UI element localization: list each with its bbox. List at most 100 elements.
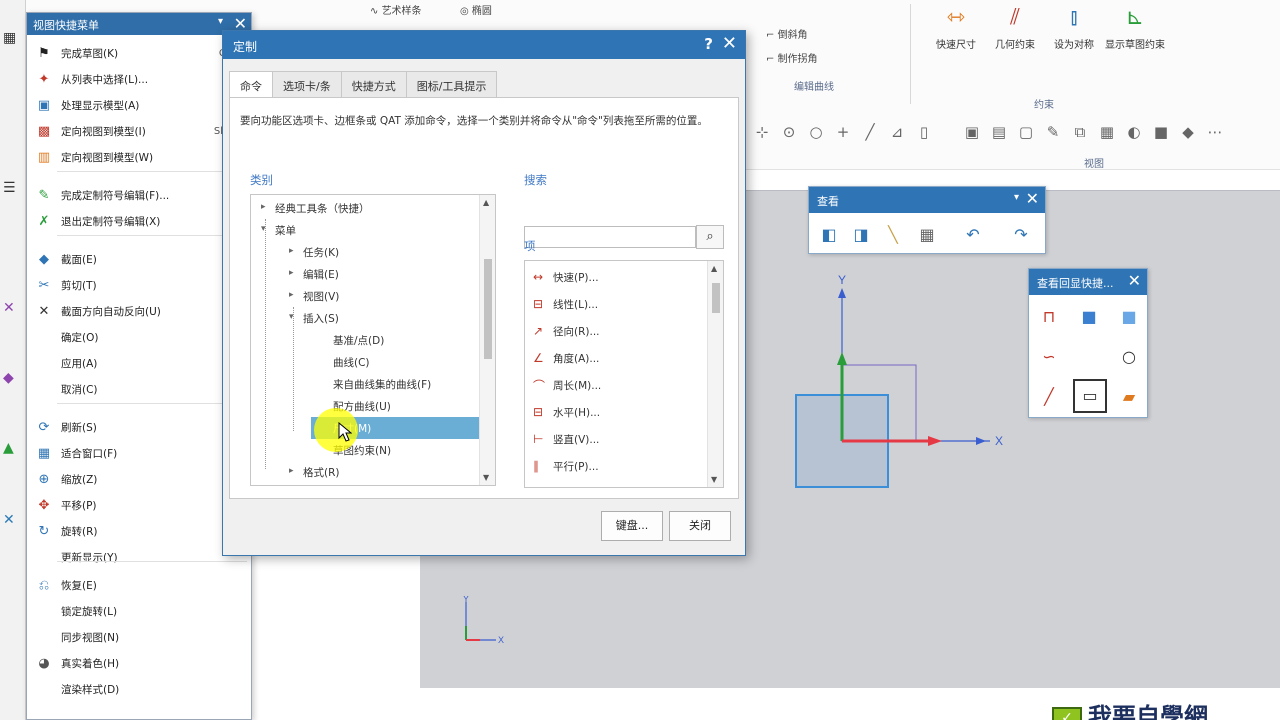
- ribbon-item-make-corner[interactable]: ⌐ 制作拐角: [766, 50, 818, 65]
- view-image-icon[interactable]: ▤: [989, 123, 1009, 141]
- command-item[interactable]: ∥ 平行(P)...: [533, 454, 599, 478]
- rectangle-icon[interactable]: ▭: [1073, 379, 1107, 413]
- collapse-icon[interactable]: ▾: [289, 312, 294, 322]
- category-tree-item[interactable]: 曲线(C): [251, 351, 479, 373]
- menu-item[interactable]: ✕ 截面方向自动反向(U): [27, 299, 251, 323]
- category-tree-item[interactable]: ▾ 菜单: [251, 219, 479, 241]
- resource-assembly-icon[interactable]: ▲: [3, 440, 14, 456]
- undo-icon[interactable]: ↶: [959, 221, 987, 249]
- grid-icon[interactable]: ▦: [913, 221, 941, 249]
- resource-cross-icon[interactable]: ✕: [3, 300, 15, 316]
- snap-line-icon[interactable]: ╱: [860, 123, 880, 141]
- category-tree-item[interactable]: 草图约束(N): [251, 439, 479, 461]
- menu-item[interactable]: ▥ 定向视图到模型(W): [27, 145, 251, 169]
- expand-icon[interactable]: ▸: [289, 466, 294, 476]
- menu-item[interactable]: ✗ 退出定制符号编辑(X): [27, 209, 251, 233]
- geometric-constraint-button[interactable]: ⫽ 几何约束: [985, 2, 1045, 62]
- menu-item[interactable]: 渲染样式(D): [27, 677, 251, 701]
- view-orient-icon[interactable]: ◧: [815, 221, 843, 249]
- show-sketch-constraints-button[interactable]: ⊾ 显示草图约束: [1105, 2, 1165, 62]
- view-layer-icon[interactable]: ⧉: [1070, 123, 1090, 141]
- menu-item[interactable]: ⚑完成草图(K)Ctrl+: [27, 41, 251, 65]
- box-light-icon[interactable]: ■: [1115, 303, 1143, 331]
- view-cube-icon[interactable]: ◨: [847, 221, 875, 249]
- sketch-toolbar-title[interactable]: 查看回显快捷... ✕: [1029, 269, 1147, 295]
- make-symmetric-button[interactable]: ⫾ 设为对称: [1044, 2, 1104, 62]
- arc-icon[interactable]: ∽: [1035, 343, 1063, 371]
- menu-item[interactable]: ◕ 真实着色(H): [27, 651, 251, 675]
- resource-part-icon[interactable]: ▦: [3, 30, 16, 46]
- dialog-close-icon[interactable]: ✕: [722, 33, 737, 54]
- category-tree-item[interactable]: ▸ 视图(V): [251, 285, 479, 307]
- menu-item[interactable]: ▦ 适合窗口(F): [27, 441, 251, 465]
- search-icon[interactable]: ⌕: [696, 225, 724, 249]
- snap-center-icon[interactable]: ⊙: [779, 123, 799, 141]
- snap-tool-icon[interactable]: ⊿: [887, 123, 907, 141]
- resource-history-icon[interactable]: ◆: [3, 370, 14, 386]
- ribbon-item-chamfer[interactable]: ⌐ 倒斜角: [766, 26, 808, 41]
- menu-item[interactable]: ✎ 完成定制符号编辑(F)...: [27, 183, 251, 207]
- menu-item[interactable]: 应用(A): [27, 351, 251, 375]
- keyboard-button[interactable]: 键盘...: [601, 511, 663, 541]
- toolbar-close-icon[interactable]: ✕: [1026, 189, 1039, 208]
- menu-item[interactable]: ↻ 旋转(R): [27, 519, 251, 543]
- menu-item[interactable]: ▣ 处理显示模型(A): [27, 93, 251, 117]
- menu-item[interactable]: ✦ 从列表中选择(L)...: [27, 67, 251, 91]
- menu-item[interactable]: 取消(C): [27, 377, 251, 401]
- items-scrollbar[interactable]: ▲ ▼: [707, 261, 723, 487]
- command-item[interactable]: ⊢ 竖直(V)...: [533, 427, 599, 451]
- command-item[interactable]: ⊟ 水平(H)...: [533, 400, 600, 424]
- menu-item[interactable]: ▩定向视图到模型(I)Shift+: [27, 119, 251, 143]
- snap-point-icon[interactable]: ⊹: [752, 123, 772, 141]
- tab-commands[interactable]: 命令: [229, 71, 273, 99]
- profile-icon[interactable]: ⊓: [1035, 303, 1063, 331]
- category-tree-item[interactable]: 来自曲线集的曲线(F): [251, 373, 479, 395]
- view-more-icon[interactable]: ⋯: [1205, 123, 1225, 141]
- view-shade-icon[interactable]: ◐: [1124, 123, 1144, 141]
- circle-icon[interactable]: ○: [1115, 343, 1143, 371]
- category-tree-item[interactable]: ▸ 经典工具条（快捷）: [251, 197, 479, 219]
- menu-item[interactable]: 更新显示(Y): [27, 545, 251, 569]
- redo-icon[interactable]: ↷: [1007, 221, 1035, 249]
- ribbon-item-ellipse[interactable]: ◎ 椭圆: [460, 2, 492, 17]
- category-tree-item[interactable]: 配方曲线(U): [251, 395, 479, 417]
- ribbon-item-spline[interactable]: ∿ 艺术样条: [370, 2, 422, 17]
- category-scrollbar[interactable]: ▲ ▼: [479, 195, 495, 485]
- measure-icon[interactable]: ╲: [879, 221, 907, 249]
- view-orient-icon[interactable]: ◆: [1178, 123, 1198, 141]
- snap-page-icon[interactable]: ▯: [914, 123, 934, 141]
- command-item[interactable]: ↔ 快速(P)...: [533, 265, 599, 289]
- category-tree-item[interactable]: ▾ 插入(S): [251, 307, 479, 329]
- menu-item[interactable]: ⎌ 恢复(E): [27, 573, 251, 597]
- quick-dimension-button[interactable]: ⇿ 快速尺寸: [926, 2, 986, 62]
- category-tree-item[interactable]: ▸ 任务(K): [251, 241, 479, 263]
- tab-icons-tooltips[interactable]: 图标/工具提示: [405, 71, 498, 97]
- command-item[interactable]: ∠ 角度(A)...: [533, 346, 599, 370]
- color-bars-icon[interactable]: ▰: [1115, 383, 1143, 411]
- expand-icon[interactable]: ▸: [289, 246, 294, 256]
- search-input[interactable]: [524, 226, 696, 248]
- resource-nav-icon[interactable]: ☰: [3, 180, 16, 196]
- menu-item[interactable]: ✥ 平移(P): [27, 493, 251, 517]
- help-icon[interactable]: ?: [704, 35, 713, 53]
- snap-circle-icon[interactable]: ○: [806, 123, 826, 141]
- items-scroll-thumb[interactable]: [712, 283, 720, 313]
- category-scroll-thumb[interactable]: [484, 259, 492, 359]
- menu-item[interactable]: ✂ 剪切(T): [27, 273, 251, 297]
- box-icon[interactable]: ■: [1075, 303, 1103, 331]
- sketch-toolbar-close-icon[interactable]: ✕: [1128, 271, 1141, 290]
- close-button[interactable]: 关闭: [669, 511, 731, 541]
- command-item[interactable]: ⌒ 周长(M)...: [533, 373, 601, 397]
- command-item[interactable]: ⊟ 线性(L)...: [533, 292, 598, 316]
- category-tree-item[interactable]: ▸ 格式(R): [251, 461, 479, 483]
- command-item[interactable]: ↗ 径向(R)...: [533, 319, 600, 343]
- menu-item[interactable]: ⊕ 缩放(Z): [27, 467, 251, 491]
- toolbar-pin-icon[interactable]: ▾: [1014, 192, 1019, 203]
- view-cube-icon[interactable]: ■: [1151, 123, 1171, 141]
- tab-tabs-bars[interactable]: 选项卡/条: [272, 71, 342, 97]
- expand-icon[interactable]: ▸: [289, 290, 294, 300]
- category-tree-item[interactable]: ▸ 编辑(E): [251, 263, 479, 285]
- menu-item[interactable]: 确定(O): [27, 325, 251, 349]
- menu-item[interactable]: ◆ 截面(E): [27, 247, 251, 271]
- view-wand-icon[interactable]: ✎: [1043, 123, 1063, 141]
